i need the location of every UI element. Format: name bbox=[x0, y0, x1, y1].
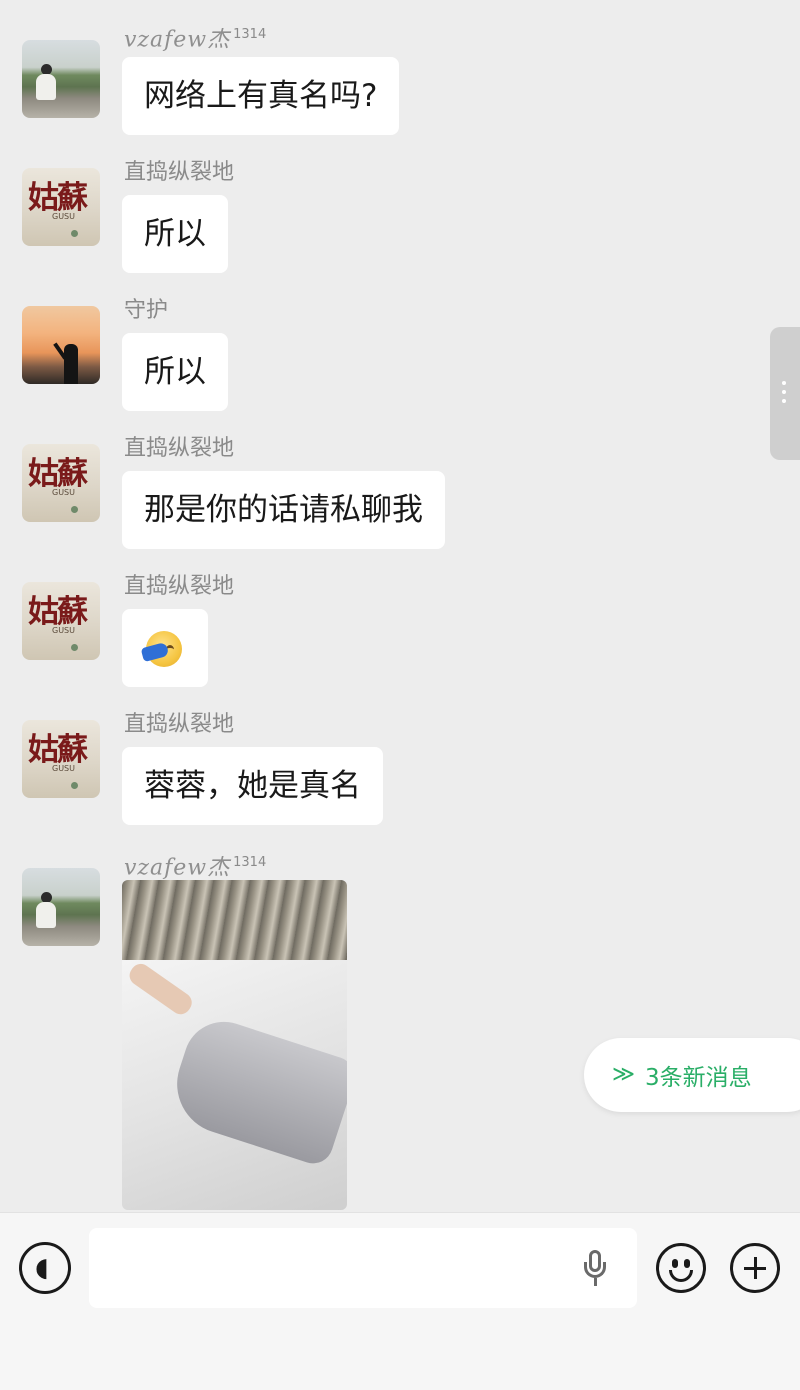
sender-avatar[interactable] bbox=[22, 306, 100, 384]
sender-avatar[interactable]: 姑蘇 GUSU bbox=[22, 168, 100, 246]
double-chevron-down-icon: ≫ bbox=[612, 1062, 636, 1087]
sender-avatar[interactable]: 姑蘇 GUSU bbox=[22, 444, 100, 522]
message-bubble[interactable]: 网络上有真名吗? bbox=[122, 57, 400, 135]
voice-toggle-button[interactable]: ◖ bbox=[19, 1242, 71, 1294]
message-bubble[interactable]: 所以 bbox=[122, 333, 228, 411]
sender-avatar[interactable]: 姑蘇 GUSU bbox=[22, 582, 100, 660]
message-bubble[interactable]: 蓉蓉，她是真名 bbox=[122, 747, 383, 825]
new-messages-label: 3条新消息 bbox=[645, 1065, 752, 1091]
new-messages-button[interactable]: ≫ 3条新消息 bbox=[584, 1038, 800, 1112]
plus-button[interactable] bbox=[730, 1243, 780, 1293]
sender-name: 直捣纵裂地 bbox=[124, 436, 235, 461]
more-dots-icon bbox=[782, 381, 786, 405]
emoji-bubble[interactable] bbox=[122, 609, 208, 687]
sender-name: vzafew杰 1314 bbox=[124, 855, 267, 881]
sender-avatar[interactable] bbox=[22, 40, 100, 118]
message-input[interactable] bbox=[89, 1228, 637, 1308]
voice-toggle-icon: ◖ bbox=[35, 1253, 49, 1283]
sender-name: 直捣纵裂地 bbox=[124, 574, 235, 599]
microphone-icon[interactable] bbox=[583, 1250, 607, 1288]
side-drawer-handle[interactable] bbox=[770, 327, 800, 460]
sender-avatar[interactable] bbox=[22, 868, 100, 946]
photo-message[interactable] bbox=[122, 880, 347, 1210]
sender-name: 守护 bbox=[124, 298, 169, 323]
sender-name: vzafew杰 1314 bbox=[124, 27, 267, 53]
message-bubble[interactable]: 所以 bbox=[122, 195, 228, 273]
chat-message-list[interactable]: vzafew杰 1314 网络上有真名吗? 姑蘇 GUSU 直捣纵裂地 所以 守护… bbox=[0, 0, 800, 1212]
sender-name: 直捣纵裂地 bbox=[124, 160, 235, 185]
sender-avatar[interactable]: 姑蘇 GUSU bbox=[22, 720, 100, 798]
message-bubble[interactable]: 那是你的话请私聊我 bbox=[122, 471, 445, 549]
sender-name: 直捣纵裂地 bbox=[124, 712, 235, 737]
emoji-button[interactable] bbox=[656, 1243, 706, 1293]
